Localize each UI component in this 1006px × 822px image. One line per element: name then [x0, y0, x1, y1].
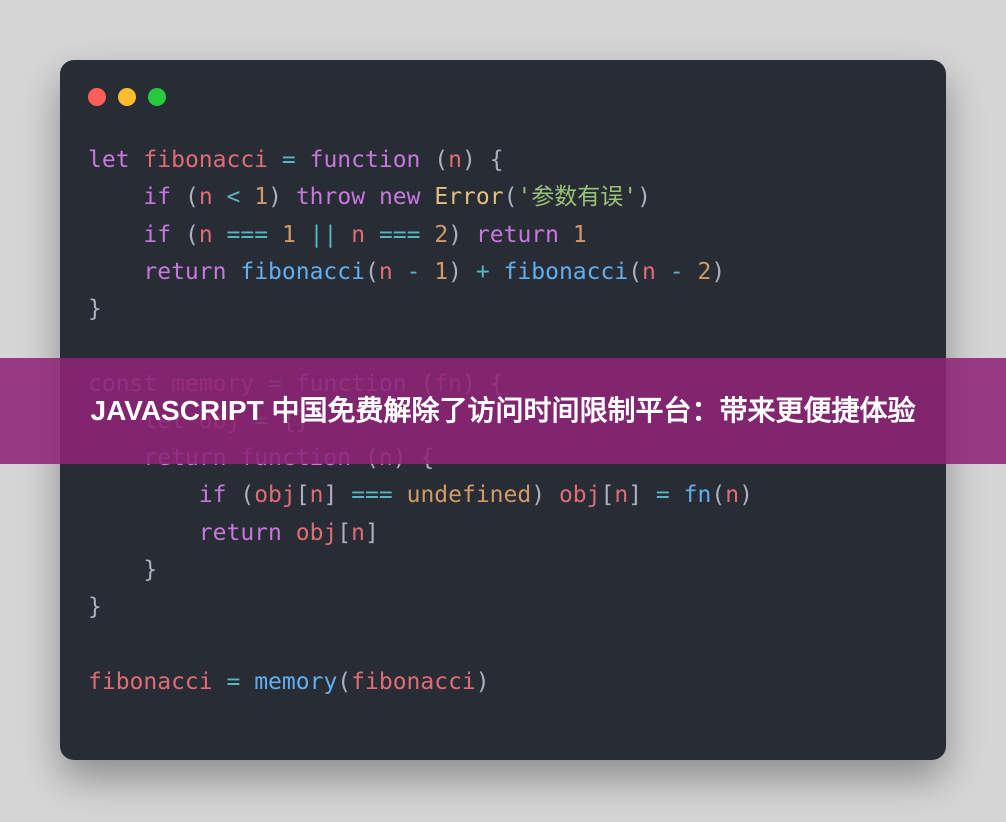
kw-new: new: [379, 184, 421, 210]
param-n: n: [448, 147, 462, 173]
maximize-icon[interactable]: [148, 88, 166, 106]
brace-open: {: [490, 147, 504, 173]
id-fibonacci: fibonacci: [143, 147, 268, 173]
call-fibonacci: fibonacci: [240, 259, 365, 285]
banner-overlay: JAVASCRIPT 中国免费解除了访问时间限制平台：带来更便捷体验: [0, 358, 1006, 464]
paren-close: ): [462, 147, 476, 173]
kw-let: let: [88, 147, 130, 173]
op-assign: =: [282, 147, 296, 173]
minimize-icon[interactable]: [118, 88, 136, 106]
call-fn: fn: [684, 482, 712, 508]
paren-open: (: [434, 147, 448, 173]
kw-if: if: [143, 184, 171, 210]
call-memory: memory: [254, 669, 337, 695]
banner-text: JAVASCRIPT 中国免费解除了访问时间限制平台：带来更便捷体验: [91, 389, 916, 432]
brace-close: }: [88, 296, 102, 322]
close-icon[interactable]: [88, 88, 106, 106]
kw-throw: throw: [296, 184, 365, 210]
kw-function: function: [310, 147, 421, 173]
window-controls: [88, 88, 918, 106]
cls-error: Error: [434, 184, 503, 210]
undefined-literal: undefined: [407, 482, 532, 508]
string-error-msg: '参数有误': [517, 184, 637, 210]
